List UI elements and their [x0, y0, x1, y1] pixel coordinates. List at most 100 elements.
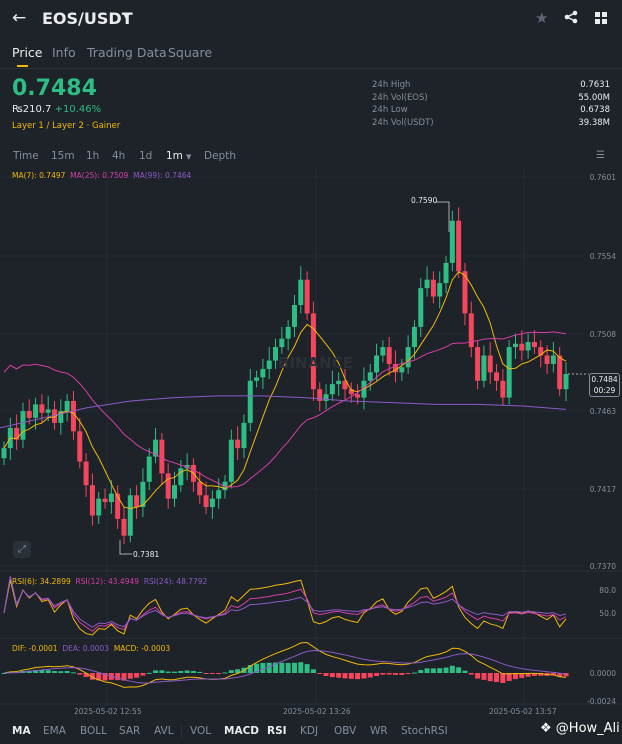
date-label: 2025-05-02 13:57: [489, 707, 557, 716]
macd-histogram-bar: [418, 670, 424, 673]
tab-price[interactable]: Price: [12, 45, 43, 60]
candle-body: [285, 326, 291, 339]
grid-icon[interactable]: [595, 12, 607, 24]
candle-body: [96, 498, 102, 516]
macd-histogram-bar: [197, 671, 203, 673]
candle-body: [121, 518, 127, 536]
chart-settings-icon[interactable]: ☰: [596, 150, 605, 161]
candle-body: [310, 313, 316, 390]
macd-histogram-bar: [45, 670, 51, 673]
macd-histogram-bar: [355, 673, 361, 680]
tab-square[interactable]: Square: [168, 45, 212, 60]
candle-body: [487, 355, 493, 373]
stat-label: 24h Low: [372, 105, 408, 115]
candle-body: [235, 439, 241, 449]
indicator-kdj[interactable]: KDJ: [300, 725, 318, 737]
macd-histogram-bar: [77, 673, 83, 675]
indicator-stochrsi[interactable]: StochRSI: [401, 725, 448, 737]
candle-body: [77, 431, 83, 462]
candle-body: [544, 355, 550, 364]
tag-gainer[interactable]: Gainer: [92, 121, 120, 131]
macd-histogram-bar: [304, 664, 310, 673]
interval-time[interactable]: Time: [13, 150, 39, 162]
macd-axis-label: 0.0000: [589, 669, 616, 678]
interval-dropdown-icon[interactable]: ▼: [186, 153, 191, 161]
fullscreen-icon[interactable]: ⤢: [13, 541, 31, 558]
candle-body: [367, 372, 373, 381]
macd-histogram-bar: [171, 671, 177, 673]
macd-histogram-bar: [437, 668, 443, 673]
candle-body: [102, 498, 108, 503]
indicator-obv[interactable]: OBV: [334, 725, 356, 737]
candle-body: [1, 448, 7, 459]
interval-1h[interactable]: 1h: [86, 150, 99, 162]
share-icon[interactable]: [564, 10, 578, 24]
candle-body: [26, 411, 32, 418]
macd-legend: DIF: -0.0001 DEA: 0.0003 MACD: -0.0003: [12, 644, 170, 653]
date-label: 2025-05-02 12:55: [74, 707, 142, 716]
macd-histogram-bar: [58, 671, 64, 673]
macd-histogram-bar: [386, 673, 392, 675]
indicator-rsi[interactable]: RSI: [267, 725, 287, 737]
candlestick-chart[interactable]: [0, 166, 622, 710]
macd-histogram-bar: [310, 669, 316, 673]
watermark-logo: BINANCE: [278, 354, 353, 372]
macd-histogram-bar: [178, 670, 184, 673]
candle-body: [437, 283, 443, 297]
macd-histogram-bar: [153, 670, 159, 673]
candle-body: [134, 495, 140, 508]
candle-body: [254, 377, 260, 381]
macd-histogram-bar: [393, 673, 399, 675]
indicator-ema[interactable]: EMA: [43, 725, 66, 737]
interval-1m[interactable]: 1m: [166, 150, 183, 162]
candle-body: [411, 326, 417, 348]
fiat-price: ₨210.7: [12, 104, 52, 115]
stat-label: 24h High: [372, 80, 411, 90]
candle-body: [494, 372, 500, 381]
rsi-axis-label: 50.0: [599, 609, 616, 618]
candle-body: [39, 404, 45, 413]
back-button[interactable]: ←: [12, 8, 26, 28]
macd-histogram-bar: [405, 673, 411, 674]
candle-body: [430, 279, 436, 297]
ma7-value: MA(7): 0.7497: [12, 171, 66, 180]
macd-histogram-bar: [500, 673, 506, 684]
macd-histogram-bar: [411, 672, 417, 674]
indicator-macd[interactable]: MACD: [224, 725, 259, 737]
interval-15m[interactable]: 15m: [51, 150, 75, 162]
macd-histogram-bar: [367, 673, 373, 678]
candle-countdown: 00:29: [593, 385, 616, 395]
macd-histogram-bar: [159, 670, 165, 673]
indicator-wr[interactable]: WR: [370, 725, 388, 737]
star-icon[interactable]: ★: [535, 9, 548, 27]
pair-dropdown-icon[interactable]: ▼: [123, 12, 130, 22]
tags: Layer 1 / Layer 2 · Gainer: [12, 121, 121, 131]
candle-body: [531, 342, 537, 348]
macd-histogram-bar: [342, 673, 348, 679]
tag-layer[interactable]: Layer 1 / Layer 2: [12, 121, 84, 131]
indicator-avl[interactable]: AVL: [154, 725, 174, 737]
ma99-value: MA(99): 0.7464: [133, 171, 192, 180]
macd-histogram-bar: [348, 673, 354, 679]
stat-label: 24h Vol(EOS): [372, 93, 428, 103]
tab-info[interactable]: Info: [52, 45, 76, 60]
indicator-ma[interactable]: MA: [12, 725, 31, 737]
indicator-sar[interactable]: SAR: [119, 725, 140, 737]
interval-depth[interactable]: Depth: [204, 150, 236, 162]
candle-body: [323, 394, 329, 401]
interval-1d[interactable]: 1d: [139, 150, 152, 162]
macd-histogram-bar: [216, 673, 222, 674]
macd-histogram-bar: [184, 670, 190, 673]
macd-histogram-bar: [399, 673, 405, 675]
candle-body: [399, 367, 405, 373]
pair-title[interactable]: EOS/USDT: [42, 9, 133, 28]
tab-trading-data[interactable]: Trading Data: [87, 45, 167, 60]
candle-body: [33, 404, 39, 418]
interval-4h[interactable]: 4h: [112, 150, 125, 162]
macd-histogram-bar: [424, 668, 430, 673]
macd-histogram-bar: [115, 673, 121, 681]
macd-histogram-bar: [228, 670, 234, 673]
active-tab-indicator: [17, 65, 28, 67]
indicator-vol[interactable]: VOL: [190, 725, 211, 737]
indicator-boll[interactable]: BOLL: [80, 725, 107, 737]
